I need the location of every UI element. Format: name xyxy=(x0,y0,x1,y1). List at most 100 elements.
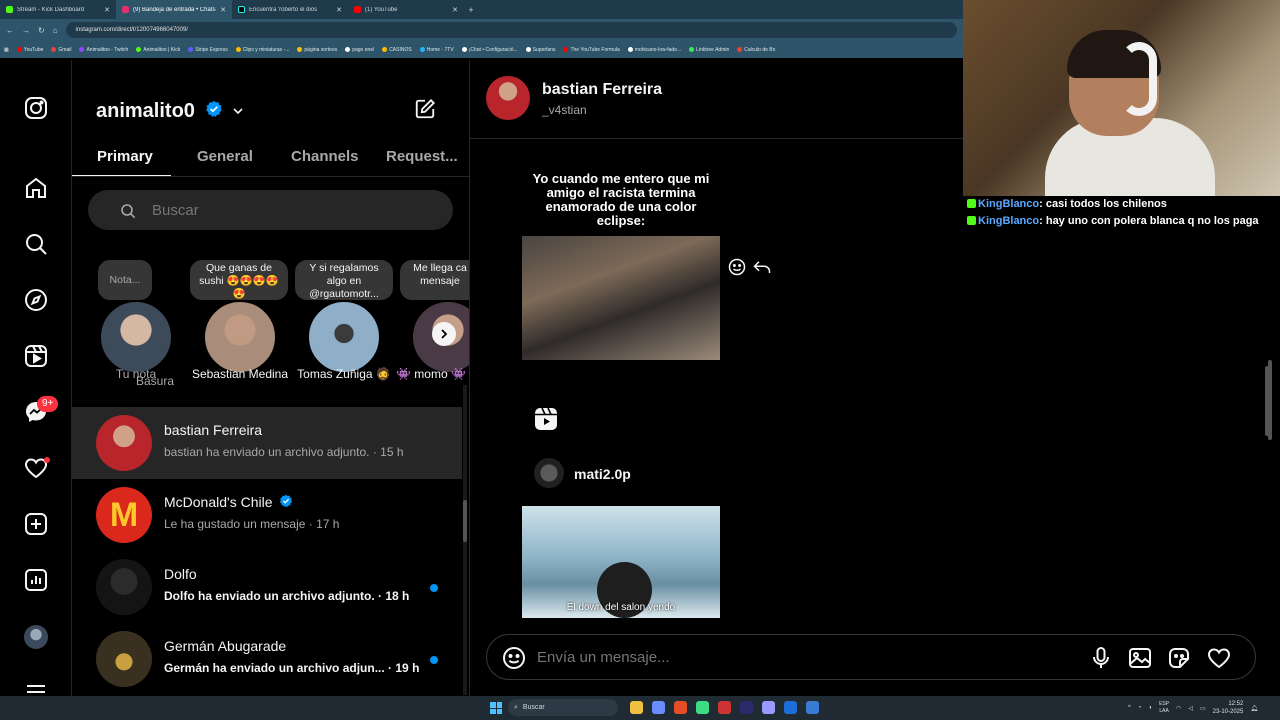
bookmark-favicon-icon xyxy=(79,47,85,52)
search-icon[interactable] xyxy=(24,232,48,256)
new-tab-button[interactable]: + xyxy=(464,5,478,15)
meme-image[interactable] xyxy=(522,236,720,360)
taskbar-search[interactable]: ⌕ Buscar xyxy=(508,699,618,716)
bookmark-item[interactable]: Animalitoo - Twitch xyxy=(79,47,128,53)
browser-tab-youtube[interactable]: (1) YouTube ✕ xyxy=(348,0,464,19)
bookmark-label: Linktree Admin xyxy=(696,46,730,53)
conversation-row[interactable]: M McDonald's Chile Le ha gustado un mens… xyxy=(72,479,462,551)
chevron-up-icon[interactable]: ^ xyxy=(1128,705,1131,711)
emoji-icon[interactable] xyxy=(502,646,526,670)
taskbar-app-icon[interactable] xyxy=(762,701,775,714)
bookmark-item[interactable]: Superfans xyxy=(525,47,555,53)
conversation-row[interactable]: bastian Ferreira bastian ha enviado un a… xyxy=(72,407,462,479)
bookmark-item[interactable]: The YouTube Formula xyxy=(563,47,620,53)
note-bubble-own[interactable]: Nota... xyxy=(98,260,152,300)
notes-next-button[interactable] xyxy=(432,322,456,346)
bookmark-item[interactable]: Clips y miniaturas -... xyxy=(235,47,289,53)
taskbar-app-icon[interactable] xyxy=(652,701,665,714)
home-icon[interactable]: ⌂ xyxy=(53,26,58,35)
reply-icon[interactable] xyxy=(753,259,771,275)
bookmark-label: ¡Chat • Configuració... xyxy=(468,46,518,53)
bookmark-item[interactable]: CASINOS xyxy=(382,47,412,53)
browser-tab-instagram[interactable]: (9) Bandeja de entrada • Chats ✕ xyxy=(116,0,232,19)
bookmark-item[interactable]: pago enel xyxy=(345,47,374,53)
message-input[interactable] xyxy=(537,649,1037,666)
bookmark-item[interactable]: Calculo de Bo xyxy=(737,47,775,53)
bookmark-item[interactable]: Home - 7TV xyxy=(419,47,454,53)
taskbar-app-icon[interactable] xyxy=(696,701,709,714)
reels-icon[interactable] xyxy=(534,407,558,431)
windows-start-icon[interactable] xyxy=(490,702,502,714)
language-indicator[interactable]: ESP LAA xyxy=(1159,701,1169,715)
tab-primary[interactable]: Primary xyxy=(97,148,153,165)
reels-icon[interactable] xyxy=(24,344,48,368)
reload-icon[interactable]: ↻ xyxy=(38,26,45,35)
apps-grid-icon[interactable]: ▦ xyxy=(4,47,9,53)
bookmark-item[interactable]: YouTube xyxy=(16,47,43,53)
speaker-icon[interactable]: ◁ xyxy=(1188,705,1193,712)
reel-subtitle: El down del salon yendo xyxy=(566,602,676,613)
note-avatar[interactable] xyxy=(203,300,277,374)
bookmark-label: Animalitoo | Kick xyxy=(143,46,181,53)
chevron-down-icon[interactable] xyxy=(232,105,244,117)
bookmarks-bar: ▦ YouTube Gmail Animalitoo - Twitch Animali… xyxy=(0,41,963,58)
search-input[interactable] xyxy=(152,202,432,219)
bookmark-item[interactable]: Linktree Admin xyxy=(689,47,729,53)
taskbar-app-icon[interactable] xyxy=(740,701,753,714)
compose-message-icon[interactable] xyxy=(414,98,436,120)
taskbar-app-icon[interactable] xyxy=(630,701,643,714)
taskbar-app-icon[interactable] xyxy=(674,701,687,714)
bookmark-item[interactable]: Stripe Express xyxy=(188,47,228,53)
bookmark-favicon-icon xyxy=(345,47,351,52)
note-bubble[interactable]: Y si regalamos algo en @rgautomotr... xyxy=(295,260,393,300)
profile-avatar[interactable] xyxy=(24,625,48,649)
dashboard-chart-icon[interactable] xyxy=(24,568,48,592)
tab-general[interactable]: General xyxy=(197,148,253,165)
conversation-row[interactable]: Germán Abugarade Germán ha enviado un ar… xyxy=(72,623,462,695)
account-username[interactable]: animalito0 xyxy=(96,100,195,123)
close-icon[interactable]: ✕ xyxy=(220,6,226,14)
emoji-react-icon[interactable] xyxy=(728,258,746,276)
url-field[interactable]: instagram.com/direct/t/120074966047009/ xyxy=(65,22,957,38)
battery-icon[interactable]: ▭ xyxy=(1200,705,1206,712)
taskbar-app-icon[interactable] xyxy=(718,701,731,714)
instagram-logo-icon[interactable] xyxy=(24,96,48,120)
reel-sender-name[interactable]: mati2.0p xyxy=(574,466,631,482)
bookmark-item[interactable]: página sorteos xyxy=(297,47,337,53)
tab-channels[interactable]: Channels xyxy=(291,148,359,165)
forward-icon[interactable]: → xyxy=(22,26,30,35)
browser-tab-kick[interactable]: Stream - Kick Dashboard ✕ xyxy=(0,0,116,19)
close-icon[interactable]: ✕ xyxy=(104,6,110,14)
bookmark-item[interactable]: ¡Chat • Configuració... xyxy=(461,46,518,53)
bookmark-item[interactable]: mohicano-low-fade... xyxy=(627,47,681,53)
taskbar-app-icon[interactable] xyxy=(784,701,797,714)
note-avatar-own[interactable] xyxy=(99,300,173,374)
browser-tab-tiktok[interactable]: Encuentra 'roberto el dios ✕ xyxy=(232,0,348,19)
chat-contact-name[interactable]: bastian Ferreira xyxy=(542,81,662,99)
tab-label: (1) YouTube xyxy=(365,6,398,13)
conversation-row[interactable]: Dolfo Dolfo ha enviado un archivo adjunt… xyxy=(72,551,462,623)
clock[interactable]: 12:52 23-10-2025 xyxy=(1213,700,1244,716)
note-bubble[interactable]: Me llega ca mensaje xyxy=(400,260,469,300)
close-icon[interactable]: ✕ xyxy=(336,6,342,14)
chat-avatar[interactable] xyxy=(486,76,530,120)
volume-icon[interactable]: ◖ xyxy=(1148,705,1152,711)
explore-compass-icon[interactable] xyxy=(24,288,48,312)
create-plus-icon[interactable] xyxy=(24,512,48,536)
stream-chat-text: : hay uno con polera blanca q no los pag… xyxy=(1039,215,1259,227)
reel-sender-avatar[interactable] xyxy=(534,458,564,488)
notifications-bell-icon[interactable]: 🔔︎ xyxy=(1250,705,1258,712)
bookmark-item[interactable]: Gmail xyxy=(51,47,71,53)
tab-requests[interactable]: Request... xyxy=(386,148,458,165)
note-avatar[interactable] xyxy=(307,300,381,374)
network-icon[interactable]: ◔ xyxy=(1138,705,1142,711)
bookmark-item[interactable]: Animalitoo | Kick xyxy=(136,47,180,53)
note-bubble[interactable]: Que ganas de sushi 😍😍😍😍😍 xyxy=(190,260,288,300)
back-icon[interactable]: ← xyxy=(6,26,14,35)
reel-thumbnail[interactable]: El down del salon yendo xyxy=(522,506,720,618)
inbox-scrollbar-thumb[interactable] xyxy=(463,500,467,542)
home-icon[interactable] xyxy=(24,176,48,200)
close-icon[interactable]: ✕ xyxy=(452,6,458,14)
taskbar-app-icon[interactable] xyxy=(806,701,819,714)
wifi-icon[interactable]: ◠ xyxy=(1176,705,1181,712)
